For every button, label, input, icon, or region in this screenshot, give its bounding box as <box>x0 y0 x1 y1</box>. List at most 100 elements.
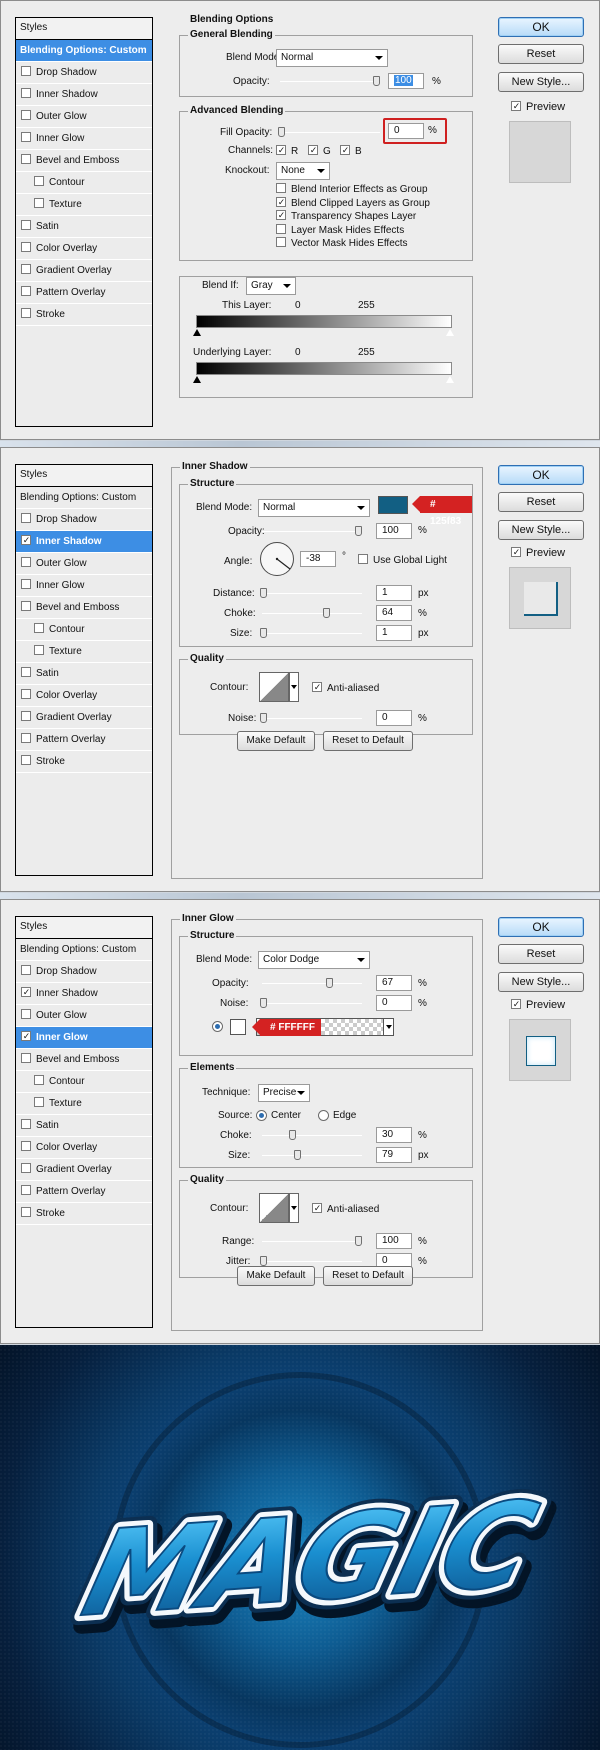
make-default-button[interactable]: Make Default <box>237 731 315 751</box>
style-item[interactable]: Gradient Overlay <box>16 1159 152 1181</box>
style-item[interactable]: Gradient Overlay <box>16 707 152 729</box>
shadow-color-swatch[interactable] <box>378 496 408 514</box>
style-item[interactable]: Color Overlay <box>16 1137 152 1159</box>
blend-mode-select[interactable]: Normal <box>276 49 388 67</box>
angle-input[interactable]: -38 <box>300 551 336 567</box>
checkbox-icon[interactable] <box>21 733 31 743</box>
checkbox-icon[interactable] <box>21 242 31 252</box>
checkbox-icon[interactable] <box>21 987 31 997</box>
new-style-button[interactable]: New Style... <box>498 72 584 92</box>
style-item[interactable]: Drop Shadow <box>16 62 152 84</box>
opacity-slider-thumb[interactable] <box>326 978 333 988</box>
checkbox-icon[interactable] <box>21 579 31 589</box>
fill-opacity-input[interactable]: 0 <box>388 123 424 139</box>
checkbox-icon[interactable] <box>21 1141 31 1151</box>
checkbox-icon[interactable] <box>34 198 44 208</box>
this-layer-black-handle[interactable] <box>193 329 201 336</box>
style-item[interactable]: Satin <box>16 216 152 238</box>
checkbox-icon[interactable] <box>21 557 31 567</box>
style-item[interactable]: Inner Glow <box>16 1027 152 1049</box>
style-item[interactable]: Blending Options: Custom <box>16 939 152 961</box>
use-global-light-checkbox[interactable]: Use Global Light <box>358 554 447 566</box>
style-item[interactable]: Outer Glow <box>16 1005 152 1027</box>
checkbox-icon[interactable] <box>21 286 31 296</box>
checkbox-icon[interactable] <box>21 1031 31 1041</box>
choke-slider-thumb[interactable] <box>323 608 330 618</box>
style-item[interactable]: Contour <box>16 619 152 641</box>
style-item[interactable]: Satin <box>16 663 152 685</box>
angle-dial[interactable] <box>260 542 294 576</box>
checkbox-icon[interactable] <box>21 1163 31 1173</box>
style-item[interactable]: Drop Shadow <box>16 961 152 983</box>
style-item[interactable]: Pattern Overlay <box>16 729 152 751</box>
jitter-slider-thumb[interactable] <box>260 1256 267 1266</box>
style-item[interactable]: Color Overlay <box>16 238 152 260</box>
noise-input[interactable]: 0 <box>376 995 412 1011</box>
checkbox-icon[interactable] <box>21 1119 31 1129</box>
style-item[interactable]: Pattern Overlay <box>16 1181 152 1203</box>
anti-aliased-checkbox[interactable]: Anti-aliased <box>312 1203 379 1215</box>
style-item[interactable]: Color Overlay <box>16 685 152 707</box>
checkbox-icon[interactable] <box>21 513 31 523</box>
choke-slider[interactable] <box>262 1130 362 1140</box>
size-input[interactable]: 1 <box>376 625 412 641</box>
channel-r-checkbox[interactable]: R <box>276 145 298 157</box>
checkbox-icon[interactable] <box>21 154 31 164</box>
fill-opacity-slider[interactable] <box>278 127 380 137</box>
size-slider[interactable] <box>262 1150 362 1160</box>
style-item[interactable]: Satin <box>16 1115 152 1137</box>
reset-button[interactable]: Reset <box>498 492 584 512</box>
knockout-select[interactable]: None <box>276 162 330 180</box>
style-item[interactable]: Inner Glow <box>16 575 152 597</box>
ok-button[interactable]: OK <box>498 917 584 937</box>
checkbox-icon[interactable] <box>34 623 44 633</box>
style-item[interactable]: Outer Glow <box>16 106 152 128</box>
distance-slider-thumb[interactable] <box>260 588 267 598</box>
checkbox-icon[interactable] <box>21 965 31 975</box>
opacity-slider[interactable] <box>280 76 380 86</box>
checkbox-icon[interactable] <box>21 132 31 142</box>
make-default-button[interactable]: Make Default <box>237 1266 315 1286</box>
style-item[interactable]: Inner Shadow <box>16 531 152 553</box>
size-slider-thumb[interactable] <box>260 628 267 638</box>
preview-checkbox[interactable]: Preview <box>511 999 565 1011</box>
preview-checkbox[interactable]: Preview <box>511 547 565 559</box>
channel-g-checkbox[interactable]: G <box>308 145 331 157</box>
blend-if-select[interactable]: Gray <box>246 277 296 295</box>
style-item[interactable]: Pattern Overlay <box>16 282 152 304</box>
size-slider-thumb[interactable] <box>294 1150 301 1160</box>
opacity-slider-thumb[interactable] <box>373 76 380 86</box>
choke-slider-thumb[interactable] <box>289 1130 296 1140</box>
channel-b-checkbox[interactable]: B <box>340 145 362 157</box>
style-item[interactable]: Blending Options: Custom <box>16 487 152 509</box>
checkbox-icon[interactable] <box>21 308 31 318</box>
technique-select[interactable]: Precise <box>258 1084 310 1102</box>
style-item[interactable]: Bevel and Emboss <box>16 597 152 619</box>
distance-slider[interactable] <box>260 588 362 598</box>
style-item[interactable]: Gradient Overlay <box>16 260 152 282</box>
noise-slider-thumb[interactable] <box>260 998 267 1008</box>
style-item[interactable]: Texture <box>16 194 152 216</box>
style-item[interactable]: Inner Shadow <box>16 983 152 1005</box>
distance-input[interactable]: 1 <box>376 585 412 601</box>
opacity-slider[interactable] <box>262 526 362 536</box>
style-item[interactable]: Outer Glow <box>16 553 152 575</box>
choke-input[interactable]: 30 <box>376 1127 412 1143</box>
choke-slider[interactable] <box>262 608 362 618</box>
checkbox-icon[interactable] <box>21 264 31 274</box>
new-style-button[interactable]: New Style... <box>498 520 584 540</box>
checkbox-icon[interactable] <box>34 1075 44 1085</box>
checkbox-icon[interactable] <box>21 110 31 120</box>
contour-preview[interactable] <box>259 1193 289 1223</box>
contour-dropdown[interactable] <box>289 672 299 702</box>
checkbox-icon[interactable] <box>21 667 31 677</box>
reset-to-default-button[interactable]: Reset to Default <box>323 731 413 751</box>
checkbox-icon[interactable] <box>21 755 31 765</box>
style-item[interactable]: Texture <box>16 1093 152 1115</box>
checkbox-icon[interactable] <box>21 1207 31 1217</box>
noise-slider[interactable] <box>260 713 362 723</box>
reset-button[interactable]: Reset <box>498 44 584 64</box>
noise-input[interactable]: 0 <box>376 710 412 726</box>
range-slider-thumb[interactable] <box>355 1236 362 1246</box>
underlying-black-handle[interactable] <box>193 376 201 383</box>
